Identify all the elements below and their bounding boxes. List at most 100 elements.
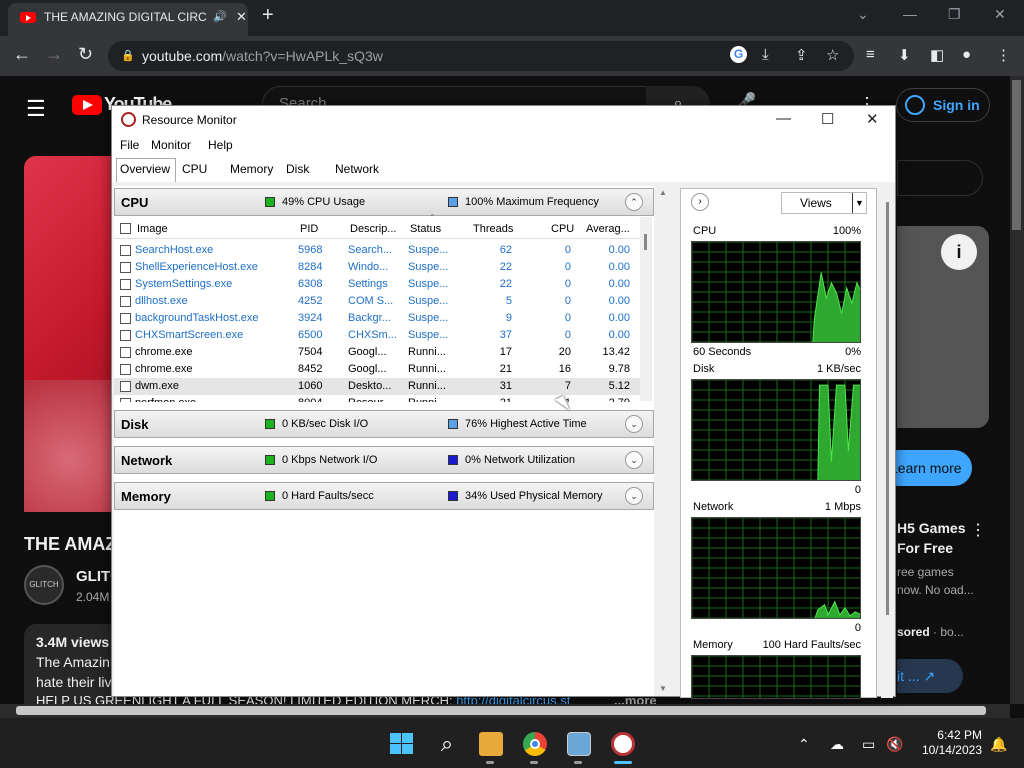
side-panel-icon[interactable]: ◧: [930, 46, 944, 64]
process-row[interactable]: chrome.exe 7504 Googl... Runni... 17 20 13.42: [114, 344, 640, 361]
process-checkbox[interactable]: [120, 279, 131, 290]
hamburger-menu-icon[interactable]: ☰: [26, 96, 46, 122]
youtube-logo-icon[interactable]: [72, 95, 102, 115]
windows-start-icon[interactable]: [390, 733, 414, 755]
tab-cpu[interactable]: CPU: [182, 162, 207, 176]
browser-tab[interactable]: THE AMAZING DIGITAL CIRC 🔊 ✕: [8, 3, 248, 36]
network-section-header[interactable]: Network 0 Kbps Network I/O 0% Network Ut…: [114, 446, 654, 474]
taskbar-search-icon[interactable]: ⌕: [435, 732, 459, 756]
graphs-pane-scroll-thumb[interactable]: [886, 202, 889, 615]
downloads-icon[interactable]: ⬇: [898, 46, 911, 64]
process-row[interactable]: SystemSettings.exe 6308 Settings Suspe... 22…: [114, 276, 640, 293]
cpu-list-scrollbar[interactable]: [640, 217, 652, 401]
install-app-icon[interactable]: ⤓: [762, 46, 769, 63]
col-description[interactable]: Descrip...: [350, 223, 396, 235]
process-checkbox[interactable]: [120, 313, 131, 324]
cpu-section-header[interactable]: CPU 49% CPU Usage 100% Maximum Frequency…: [114, 188, 654, 216]
tab-search-icon[interactable]: ⌄: [857, 6, 869, 23]
lock-icon[interactable]: 🔒: [121, 41, 135, 71]
select-all-checkbox[interactable]: [120, 223, 131, 234]
rm-maximize-button[interactable]: ☐: [821, 110, 834, 128]
scroll-down-icon[interactable]: ▼: [659, 684, 667, 693]
info-icon[interactable]: i: [941, 234, 977, 270]
display-icon[interactable]: ▭: [862, 736, 875, 753]
process-row[interactable]: backgroundTaskHost.exe 3924 Backgr... Suspe…: [114, 310, 640, 327]
rm-minimize-button[interactable]: —: [776, 110, 791, 127]
chrome-menu-icon[interactable]: ⋮: [996, 46, 1011, 64]
collapse-pane-icon[interactable]: ›: [691, 193, 709, 211]
process-checkbox[interactable]: [120, 262, 131, 273]
minimize-button[interactable]: —: [903, 6, 917, 22]
tab-overview[interactable]: Overview: [120, 162, 170, 176]
process-checkbox[interactable]: [120, 245, 131, 256]
tab-close-icon[interactable]: ✕: [236, 3, 247, 31]
process-row[interactable]: dllhost.exe 4252 COM S... Suspe... 5 0 0.00: [114, 293, 640, 310]
rm-close-button[interactable]: ✕: [866, 110, 879, 128]
col-cpu[interactable]: CPU: [551, 223, 574, 235]
disk-section-title: Disk: [121, 417, 149, 432]
google-lens-icon[interactable]: G: [730, 46, 747, 63]
cpu-list-scroll-thumb[interactable]: [644, 234, 647, 250]
tab-network[interactable]: Network: [335, 162, 379, 176]
col-image[interactable]: Image: [137, 223, 168, 235]
process-checkbox[interactable]: [120, 330, 131, 341]
media-control-icon[interactable]: ≡: [866, 46, 875, 63]
tab-disk[interactable]: Disk: [286, 162, 309, 176]
video-description[interactable]: 3.4M views The Amazin hate their liv: [24, 624, 124, 704]
scroll-up-icon[interactable]: ▲: [659, 188, 667, 197]
process-row[interactable]: dwm.exe 1060 Deskto... Runni... 31 7 5.12: [114, 378, 640, 395]
process-avg: 0.00: [608, 244, 630, 256]
menu-help[interactable]: Help: [208, 138, 233, 152]
expand-icon[interactable]: ⌄: [625, 487, 643, 505]
resource-monitor-window: Resource Monitor — ☐ ✕ File Monitor Help…: [111, 105, 896, 699]
onedrive-icon[interactable]: ☁: [830, 736, 844, 753]
disk-section-header[interactable]: Disk 0 KB/sec Disk I/O 76% Highest Activ…: [114, 410, 654, 438]
expand-icon[interactable]: ⌄: [625, 415, 643, 433]
profile-icon[interactable]: ●: [962, 46, 971, 63]
col-status[interactable]: Status: [410, 223, 441, 235]
speaker-icon[interactable]: 🔊: [213, 3, 227, 31]
left-pane-scrollbar[interactable]: ▲ ▼: [656, 186, 670, 696]
process-checkbox[interactable]: [120, 296, 131, 307]
ad-menu-icon[interactable]: ⋮: [970, 520, 986, 540]
reload-button[interactable]: ↻: [78, 44, 93, 65]
show-hidden-icons-icon[interactable]: ⌃: [798, 736, 810, 753]
process-row[interactable]: CHXSmartScreen.exe 6500 CHXSm... Suspe... 37…: [114, 327, 640, 344]
bookmark-star-icon[interactable]: ☆: [826, 46, 839, 64]
new-tab-button[interactable]: +: [262, 4, 274, 27]
views-dropdown[interactable]: Views ▼: [781, 192, 867, 214]
close-window-button[interactable]: ✕: [994, 6, 1006, 23]
menu-monitor[interactable]: Monitor: [151, 138, 191, 152]
page-vertical-scroll-thumb[interactable]: [1012, 80, 1021, 230]
channel-avatar[interactable]: GLITCH: [24, 565, 64, 605]
system-clock[interactable]: 6:42 PM 10/14/2023: [916, 728, 982, 758]
forward-button[interactable]: →: [45, 44, 63, 65]
expand-icon[interactable]: ⌄: [625, 451, 643, 469]
process-checkbox[interactable]: [120, 398, 131, 402]
chrome-taskbar-icon[interactable]: [523, 732, 547, 756]
performance-monitor-icon[interactable]: [567, 732, 591, 756]
tab-memory[interactable]: Memory: [230, 162, 273, 176]
col-threads[interactable]: Threads: [473, 223, 513, 235]
col-average[interactable]: Averag...: [586, 223, 630, 235]
resource-monitor-taskbar-icon[interactable]: [611, 732, 635, 756]
menu-file[interactable]: File: [120, 138, 139, 152]
back-button[interactable]: ←: [13, 44, 31, 65]
memory-section-header[interactable]: Memory 0 Hard Faults/secc 34% Used Physi…: [114, 482, 654, 510]
file-explorer-icon[interactable]: [479, 732, 503, 756]
process-row[interactable]: SearchHost.exe 5968 Search... Suspe... 62 0 0.…: [114, 242, 640, 259]
process-checkbox[interactable]: [120, 347, 131, 358]
collapse-icon[interactable]: ⌃: [625, 193, 643, 211]
notifications-bell-icon[interactable]: 🔔: [990, 736, 1007, 753]
speaker-muted-icon[interactable]: 🔇: [886, 736, 903, 753]
process-checkbox[interactable]: [120, 381, 131, 392]
sign-in-button[interactable]: Sign in: [896, 88, 990, 122]
process-row[interactable]: chrome.exe 8452 Googl... Runni... 21 16 9.78: [114, 361, 640, 378]
col-pid[interactable]: PID: [300, 223, 318, 235]
process-row[interactable]: ShellExperienceHost.exe 8284 Windo... Suspe…: [114, 259, 640, 276]
page-horizontal-scroll-thumb[interactable]: [16, 706, 986, 715]
visit-site-button[interactable]: it ... ↗: [897, 659, 963, 693]
process-checkbox[interactable]: [120, 364, 131, 375]
restore-button[interactable]: ❐: [948, 6, 961, 23]
share-icon[interactable]: ⇪: [795, 46, 808, 64]
